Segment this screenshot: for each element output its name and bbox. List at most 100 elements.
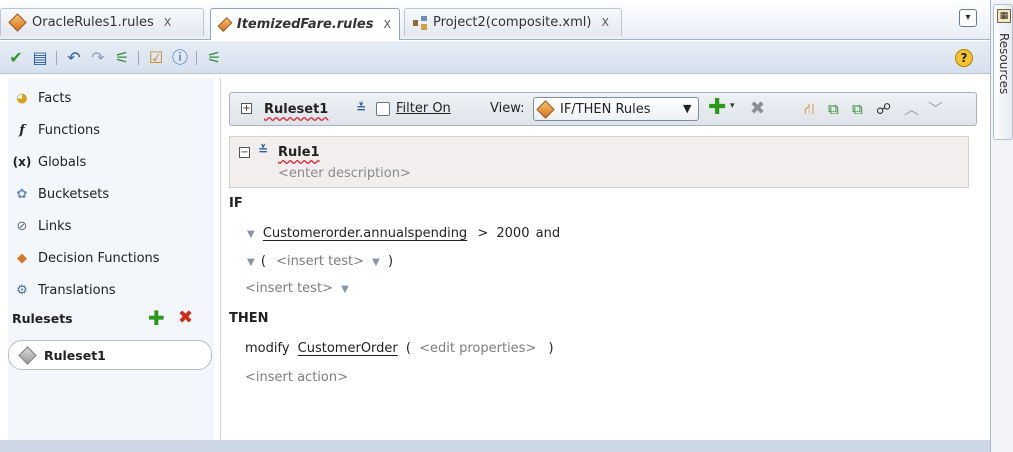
ruleset-item[interactable]: Ruleset1 (8, 340, 212, 370)
nested-menu-icon[interactable]: ▼ (247, 257, 255, 268)
dictionary-icon[interactable]: ▤ (30, 48, 50, 68)
condition-connector[interactable]: and (536, 226, 560, 241)
nav-item-globals[interactable]: (x) Globals (12, 150, 87, 174)
nav-item-label: Links (38, 218, 72, 234)
tree-icon[interactable]: ⛙ (804, 100, 815, 118)
action-verb[interactable]: modify (245, 341, 290, 356)
delete-ruleset-icon[interactable]: ✖ (178, 308, 193, 328)
ruleset-toolbar: + Ruleset1 ≚ Filter On View: IF/THEN Rul… (229, 92, 977, 126)
nav-item-label: Decision Functions (38, 250, 160, 266)
filter-label: Filter On (396, 101, 451, 116)
condition-line: ▼ Customerorder.annualspending > 2000 an… (247, 226, 560, 241)
nav-item-facts[interactable]: ◕ Facts (12, 86, 71, 110)
insert-action-placeholder[interactable]: <insert action> (245, 370, 348, 385)
tab-label: OracleRules1.rules (32, 15, 154, 30)
filter-checkbox[interactable] (376, 102, 390, 116)
advanced-mode-icon[interactable]: ☍ (876, 100, 891, 118)
redo-icon[interactable]: ↷ (88, 48, 108, 68)
nav-item-functions[interactable]: f Functions (12, 118, 100, 142)
info-icon[interactable]: ⓘ (170, 48, 190, 68)
move-down-icon[interactable]: ﹀ (928, 100, 943, 118)
condition-operator[interactable]: > (477, 226, 488, 241)
validate-icon[interactable]: ✔ (6, 48, 26, 68)
tab-project2-composite[interactable]: Project2(composite.xml) X (404, 8, 622, 36)
diagram-icon[interactable]: ⚟ (112, 48, 132, 68)
composite-icon (413, 15, 427, 30)
ruleset-icon (18, 345, 37, 365)
editor-tabbar: OracleRules1.rules X ItemizedFare.rules … (0, 0, 990, 40)
resources-label: Resources (997, 33, 1011, 95)
if-keyword: IF (229, 196, 243, 211)
ruleset-name[interactable]: Ruleset1 (264, 102, 328, 117)
rules-toolbar: ✔ ▤ ↶ ↷ ⚟ ☑ ⓘ ⚟ ? (0, 41, 990, 74)
rules-navigator: ◕ Facts f Functions (x) Globals ✿ Bucket… (8, 78, 214, 452)
action-close-paren: ) (548, 341, 554, 356)
rule-description-placeholder[interactable]: <enter description> (278, 166, 411, 181)
undo-icon[interactable]: ↶ (64, 48, 84, 68)
delete-rule-icon[interactable]: ✖ (750, 96, 765, 122)
nested-condition-line: ▼ ( <insert test> ▼ ) (247, 254, 393, 269)
add-rule-menu-icon[interactable]: ▾ (730, 101, 735, 111)
nav-item-translations[interactable]: ⚙ Translations (12, 278, 116, 302)
rule-name[interactable]: Rule1 (278, 145, 320, 160)
rules-view-icon (536, 100, 555, 119)
action-target[interactable]: CustomerOrder (298, 341, 398, 356)
tab-label: Project2(composite.xml) (433, 15, 592, 30)
add-ruleset-icon[interactable]: ✚ (148, 308, 165, 328)
paste-rule-icon[interactable]: ⧉ (852, 100, 863, 118)
toolbar-separator (138, 51, 139, 65)
view-select-value: IF/THEN Rules (560, 102, 651, 117)
chevron-down-icon[interactable]: ≚ (356, 101, 366, 115)
nested-insert-menu-icon[interactable]: ▼ (372, 257, 380, 268)
nav-item-label: Globals (38, 154, 87, 170)
toolbar-separator (196, 51, 197, 65)
copy-rule-icon[interactable]: ⧉ (828, 100, 839, 118)
function-icon: f (19, 122, 25, 138)
collapse-rule-toggle[interactable]: − (239, 147, 250, 158)
nav-item-label: Bucketsets (38, 186, 110, 202)
condition-lhs[interactable]: Customerorder.annualspending (263, 226, 467, 241)
tab-close-icon[interactable]: X (601, 16, 609, 29)
resources-icon: ▦ (997, 9, 1011, 23)
view-select[interactable]: IF/THEN Rules ▼ (533, 97, 699, 121)
bottom-scroll-strip (0, 440, 990, 452)
action-line: modify CustomerOrder ( <edit properties>… (245, 341, 554, 356)
tab-oraclerules1[interactable]: OracleRules1.rules X (0, 8, 204, 36)
chevron-down-icon: ▼ (683, 102, 692, 115)
condition-rhs[interactable]: 2000 (496, 226, 529, 241)
tab-list-dropdown-button[interactable]: ▾ (959, 9, 977, 27)
facts-icon: ◕ (16, 90, 28, 106)
compose-icon[interactable]: ⚟ (204, 48, 224, 68)
insert-test-line: <insert test> ▼ (245, 281, 349, 296)
nav-item-links[interactable]: ⊘ Links (12, 214, 72, 238)
decision-functions-icon: ◆ (17, 250, 27, 266)
resources-tab[interactable]: ▦ Resources (993, 4, 1013, 140)
nav-item-label: Facts (38, 90, 72, 106)
rules-editor: + Ruleset1 ≚ Filter On View: IF/THEN Rul… (220, 78, 984, 452)
action-edit-properties[interactable]: <edit properties> (419, 341, 536, 356)
add-rule-icon[interactable]: ✚ (708, 95, 726, 121)
rule-header: − ≚ Rule1 <enter description> (229, 136, 969, 188)
expand-ruleset-toggle[interactable]: + (241, 103, 252, 114)
test-icon[interactable]: ☑ (146, 48, 166, 68)
bucketsets-icon: ✿ (16, 186, 28, 202)
nested-open-paren: ( (260, 254, 266, 269)
tab-close-icon[interactable]: X (383, 18, 391, 31)
chevron-down-icon[interactable]: ≚ (258, 143, 268, 157)
rules-file-icon (217, 17, 233, 32)
tab-label: ItemizedFare.rules (236, 17, 374, 32)
insert-test-placeholder[interactable]: <insert test> (245, 281, 333, 296)
condition-menu-icon[interactable]: ▼ (247, 229, 255, 240)
ruleset-item-label: Ruleset1 (44, 347, 106, 363)
view-label: View: (490, 101, 525, 116)
help-icon[interactable]: ? (955, 49, 973, 67)
nested-insert-test[interactable]: <insert test> (276, 254, 364, 269)
insert-test-menu-icon[interactable]: ▼ (341, 284, 349, 295)
nav-item-label: Translations (38, 282, 116, 298)
move-up-icon[interactable]: ︿ (904, 100, 919, 118)
nav-item-decision-functions[interactable]: ◆ Decision Functions (12, 246, 160, 270)
tab-itemizedfare[interactable]: ItemizedFare.rules X (210, 8, 400, 40)
nav-item-bucketsets[interactable]: ✿ Bucketsets (12, 182, 110, 206)
links-icon: ⊘ (16, 218, 28, 234)
tab-close-icon[interactable]: X (164, 16, 172, 29)
